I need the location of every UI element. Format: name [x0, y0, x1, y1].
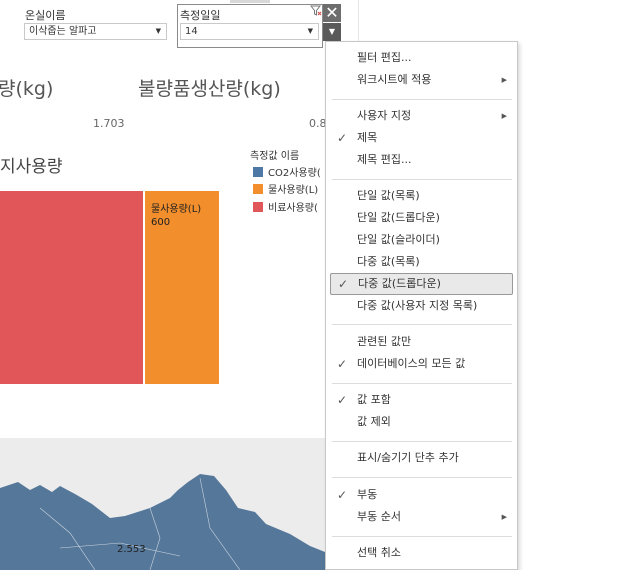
menu-item-label: 표시/숨기기 단추 추가: [357, 451, 459, 464]
checkmark-icon: ✓: [337, 393, 348, 407]
menu-item-include-values[interactable]: ✓ 값 포함: [330, 389, 513, 411]
date-filter-label: 측정일일: [180, 9, 221, 22]
submenu-arrow-icon: ▶: [501, 112, 507, 120]
menu-item-label: 관련된 값만: [357, 335, 412, 348]
map-value-label: 2.553: [117, 544, 146, 555]
dashboard-canvas: 온실이름 이삭줍는 알파고 ▼ 측정일일 14 ▼ 량(kg) 불량품생산량(k…: [0, 0, 358, 570]
chevron-down-icon: ▼: [307, 27, 313, 35]
chevron-down-icon: ▼: [155, 27, 161, 35]
menu-item-label: 단일 값(목록): [357, 189, 420, 202]
menu-item-label: 단일 값(슬라이더): [357, 233, 440, 246]
menu-item-label: 제목: [357, 131, 378, 144]
kpi-right-value: 0.8: [309, 117, 327, 130]
legend-swatch: [253, 202, 263, 212]
close-icon[interactable]: ✕: [323, 4, 341, 22]
map-view[interactable]: [0, 438, 358, 570]
more-options-button[interactable]: ▼: [323, 23, 341, 41]
menu-separator: [332, 324, 512, 325]
menu-item-label: 단일 값(드롭다운): [357, 211, 440, 224]
legend-item-label: 물사용량(L): [268, 185, 319, 196]
menu-item-customize[interactable]: 사용자 지정 ▶: [330, 105, 513, 127]
menu-item-apply-to-worksheets[interactable]: 워크시트에 적용 ▶: [330, 69, 513, 91]
menu-item-label: 부동 순서: [357, 510, 401, 523]
dashboard-top-strip: [230, 0, 270, 3]
checkmark-icon: ✓: [337, 357, 348, 371]
date-filter-dropdown[interactable]: 14 ▼: [180, 23, 319, 40]
legend-swatch: [253, 184, 263, 194]
menu-item-edit-filter[interactable]: 필터 편집...: [330, 47, 513, 69]
menu-item-deselect[interactable]: 선택 취소: [330, 542, 513, 564]
greenhouse-filter-dropdown[interactable]: 이삭줍는 알파고 ▼: [24, 23, 167, 40]
legend-item-label: CO2사용량(: [268, 168, 321, 179]
menu-item-multi-value-list[interactable]: 다중 값(목록): [330, 251, 513, 273]
menu-separator: [332, 477, 512, 478]
menu-item-label: 사용자 지정: [357, 109, 412, 122]
submenu-arrow-icon: ▶: [501, 513, 507, 521]
menu-item-label: 부동: [357, 488, 378, 501]
legend-item-fertilizer[interactable]: 비료사용량(: [253, 202, 318, 214]
menu-item-label: 다중 값(사용자 지정 목록): [357, 299, 478, 312]
kpi-left-title: 량(kg): [0, 78, 54, 100]
menu-item-label: 값 제외: [357, 415, 391, 428]
menu-separator: [332, 179, 512, 180]
menu-item-only-relevant-values[interactable]: 관련된 값만: [330, 331, 513, 353]
greenhouse-filter-value: 이삭줍는 알파고: [29, 26, 97, 37]
kpi-right-title: 불량품생산량(kg): [138, 78, 281, 100]
bar-water-category-label: 물사용량(L): [151, 204, 202, 215]
checkmark-icon: ✓: [338, 277, 349, 291]
submenu-arrow-icon: ▶: [501, 76, 507, 84]
menu-item-label: 값 포함: [357, 393, 391, 406]
menu-item-label: 다중 값(드롭다운): [358, 277, 441, 290]
checkmark-icon: ✓: [337, 488, 348, 502]
legend-title: 측정값 이름: [250, 151, 300, 162]
menu-item-label: 제목 편집...: [357, 153, 412, 166]
chart-title: 지사용량: [0, 157, 63, 177]
checkmark-icon: ✓: [337, 131, 348, 145]
menu-item-multi-value-dropdown[interactable]: ✓ 다중 값(드롭다운): [330, 273, 513, 295]
filter-context-menu: 필터 편집... 워크시트에 적용 ▶ 사용자 지정 ▶ ✓ 제목 제목 편집.…: [325, 41, 518, 570]
legend-item-co2[interactable]: CO2사용량(: [253, 167, 321, 179]
filter-funnel-icon: [310, 5, 322, 16]
menu-item-label: 데이터베이스의 모든 값: [357, 357, 466, 370]
menu-item-exclude-values[interactable]: 값 제외: [330, 411, 513, 433]
menu-item-label: 워크시트에 적용: [357, 73, 432, 86]
bar-fertilizer[interactable]: [0, 191, 143, 384]
menu-item-title[interactable]: ✓ 제목: [330, 127, 513, 149]
menu-separator: [332, 536, 512, 537]
bar-water-value-label: 600: [151, 217, 171, 228]
menu-item-label: 선택 취소: [357, 546, 401, 559]
menu-item-floating[interactable]: ✓ 부동: [330, 484, 513, 506]
menu-item-multi-value-custom-list[interactable]: 다중 값(사용자 지정 목록): [330, 295, 513, 317]
menu-item-label: 다중 값(목록): [357, 255, 420, 268]
legend-item-label: 비료사용량(: [268, 203, 318, 214]
menu-item-single-value-slider[interactable]: 단일 값(슬라이더): [330, 229, 513, 251]
legend-swatch: [253, 167, 263, 177]
menu-item-single-value-dropdown[interactable]: 단일 값(드롭다운): [330, 207, 513, 229]
date-filter-value: 14: [185, 26, 198, 37]
menu-separator: [332, 99, 512, 100]
greenhouse-filter-label: 온실이름: [25, 9, 66, 22]
menu-item-add-show-hide-button[interactable]: 표시/숨기기 단추 추가: [330, 447, 513, 469]
map-land-shape: [0, 474, 358, 570]
menu-item-floating-order[interactable]: 부동 순서 ▶: [330, 506, 513, 528]
menu-item-edit-title[interactable]: 제목 편집...: [330, 149, 513, 171]
menu-item-all-values-in-database[interactable]: ✓ 데이터베이스의 모든 값: [330, 353, 513, 375]
legend-item-water[interactable]: 물사용량(L): [253, 184, 318, 196]
menu-item-label: 필터 편집...: [357, 51, 412, 64]
menu-item-single-value-list[interactable]: 단일 값(목록): [330, 185, 513, 207]
kpi-left-value: 1.703: [93, 117, 125, 130]
menu-separator: [332, 383, 512, 384]
menu-separator: [332, 441, 512, 442]
